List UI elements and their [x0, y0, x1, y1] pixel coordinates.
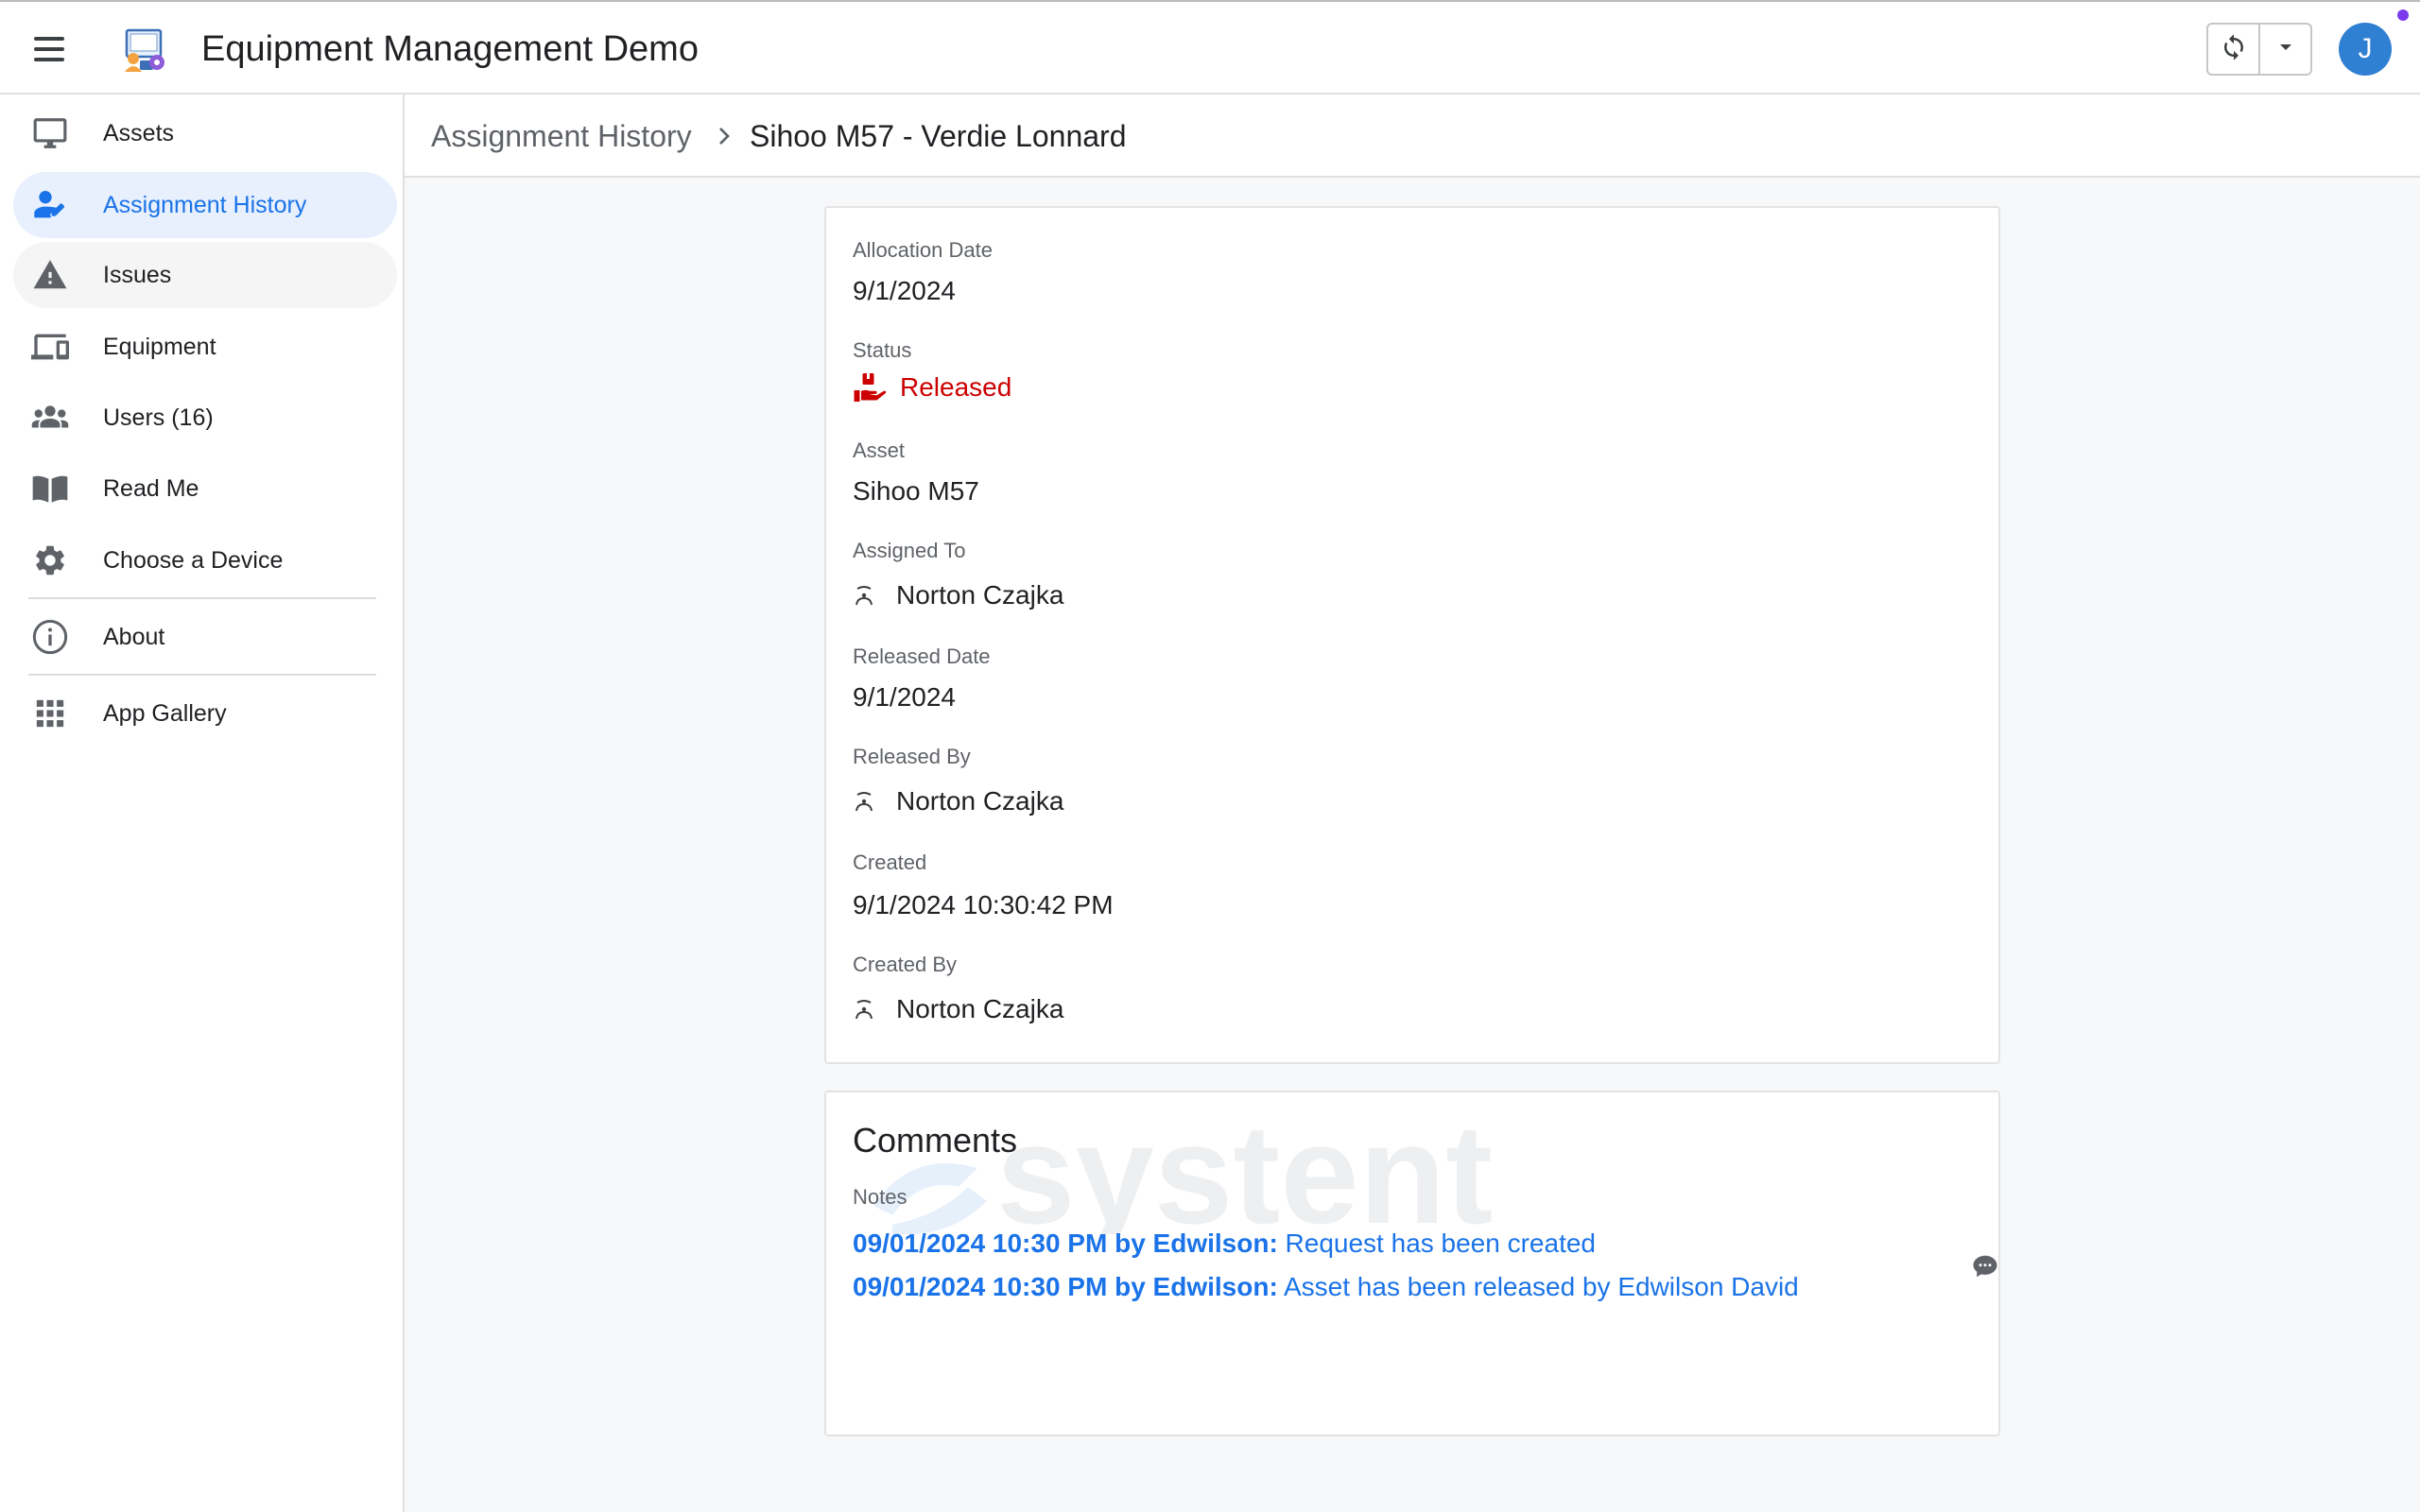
created-value: 9/1/2024 10:30:42 PM: [853, 890, 1114, 919]
sidebar-item-label: Users (16): [103, 404, 214, 431]
sidebar-item-label: About: [103, 623, 165, 650]
app-header: Equipment Management Demo J: [0, 0, 2420, 94]
allocation-date-value: 9/1/2024: [853, 276, 956, 305]
asset-label: Asset: [853, 438, 906, 462]
sidebar-item-issues[interactable]: Issues: [13, 242, 397, 308]
chat-bubble-icon: [1971, 1252, 1998, 1285]
caret-down-icon: [2277, 41, 2294, 58]
add-comment-button[interactable]: [1966, 1249, 1998, 1287]
comment-meta: 09/01/2024 10:30 PM by Edwilson:: [853, 1228, 1278, 1258]
released-by-label: Released By: [853, 745, 971, 768]
sync-icon: [2220, 33, 2248, 66]
breadcrumb: Assignment History Sihoo M57 - Verdie Lo…: [405, 94, 2420, 178]
sidebar-item-label: Choose a Device: [103, 546, 284, 574]
assigned-to-value: Norton Czajka: [853, 580, 1063, 610]
hand-box-icon: [853, 370, 887, 404]
assignment-detail-card: Allocation Date 9/1/2024 Status Released…: [824, 206, 2000, 1064]
sidebar-item-label: Equipment: [103, 333, 216, 360]
sidebar-item-label: Assignment History: [103, 191, 307, 218]
chevron-right-icon: [709, 121, 739, 151]
sidebar-item-assignment-history[interactable]: Assignment History: [13, 172, 397, 238]
sidebar-item-users[interactable]: Users (16): [13, 385, 397, 451]
sidebar-item-read-me[interactable]: Read Me: [13, 455, 397, 522]
status-label: Status: [853, 338, 912, 362]
comments-title: Comments: [853, 1121, 1018, 1160]
hamburger-menu-icon[interactable]: [21, 23, 78, 76]
gear-icon: [30, 541, 70, 580]
created-label: Created: [853, 850, 927, 874]
sidebar-divider: [28, 674, 376, 676]
notification-dot: [2397, 9, 2409, 21]
monitor-icon: [30, 113, 70, 153]
comment-text: Asset has been released by Edwilson Davi…: [1284, 1272, 1799, 1301]
released-by-value: Norton Czajka: [853, 786, 1063, 816]
comment-meta: 09/01/2024 10:30 PM by Edwilson:: [853, 1272, 1278, 1301]
sidebar-item-app-gallery[interactable]: App Gallery: [13, 680, 397, 747]
notes-label: Notes: [853, 1185, 908, 1209]
user-avatar-icon: [853, 790, 875, 813]
info-icon: [30, 617, 70, 657]
status-text: Released: [900, 372, 1012, 402]
sidebar-item-choose-device[interactable]: Choose a Device: [13, 527, 397, 593]
user-avatar-button[interactable]: J: [2339, 23, 2392, 76]
warning-icon: [30, 255, 70, 295]
sidebar: Assets Assignment History Issues Equipme…: [0, 94, 405, 1512]
sync-dropdown-button[interactable]: [2260, 25, 2310, 74]
equipment-app-logo-icon: [119, 25, 168, 74]
person-name: Norton Czajka: [896, 994, 1064, 1023]
assigned-to-label: Assigned To: [853, 539, 966, 562]
app-title: Equipment Management Demo: [201, 29, 699, 69]
comment-entry: 09/01/2024 10:30 PM by Edwilson: Asset h…: [853, 1272, 1799, 1302]
user-edit-icon: [30, 185, 70, 225]
sidebar-item-equipment[interactable]: Equipment: [13, 314, 397, 380]
grid-icon: [30, 694, 70, 733]
user-avatar-icon: [853, 998, 875, 1021]
person-name: Norton Czajka: [896, 786, 1064, 816]
users-icon: [30, 398, 70, 438]
comment-entry: 09/01/2024 10:30 PM by Edwilson: Request…: [853, 1228, 1596, 1259]
comments-card: systent Comments Notes 09/01/2024 10:30 …: [824, 1091, 2000, 1436]
sidebar-item-label: Assets: [103, 119, 175, 146]
main-content: Assignment History Sihoo M57 - Verdie Lo…: [405, 94, 2420, 1512]
released-date-value: 9/1/2024: [853, 682, 956, 712]
breadcrumb-current: Sihoo M57 - Verdie Lonnard: [750, 119, 1127, 153]
sidebar-item-label: Read Me: [103, 474, 199, 502]
released-date-label: Released Date: [853, 644, 991, 668]
allocation-date-label: Allocation Date: [853, 238, 993, 262]
devices-icon: [30, 327, 70, 367]
sidebar-item-about[interactable]: About: [13, 604, 397, 670]
created-by-label: Created By: [853, 953, 958, 976]
sidebar-divider: [28, 597, 376, 599]
sidebar-item-label: App Gallery: [103, 699, 227, 727]
book-icon: [30, 469, 70, 508]
sidebar-item-assets[interactable]: Assets: [13, 100, 397, 166]
svg-text:systent: systent: [996, 1111, 1493, 1234]
created-by-value: Norton Czajka: [853, 994, 1063, 1024]
sync-button[interactable]: [2208, 25, 2260, 74]
asset-value: Sihoo M57: [853, 476, 979, 506]
sync-button-group: [2206, 23, 2312, 76]
user-avatar-icon: [853, 584, 875, 607]
status-value: Released: [853, 370, 1011, 404]
comment-text: Request has been created: [1285, 1228, 1596, 1258]
breadcrumb-parent-link[interactable]: Assignment History: [431, 115, 692, 157]
sidebar-item-label: Issues: [103, 261, 172, 288]
person-name: Norton Czajka: [896, 580, 1064, 610]
